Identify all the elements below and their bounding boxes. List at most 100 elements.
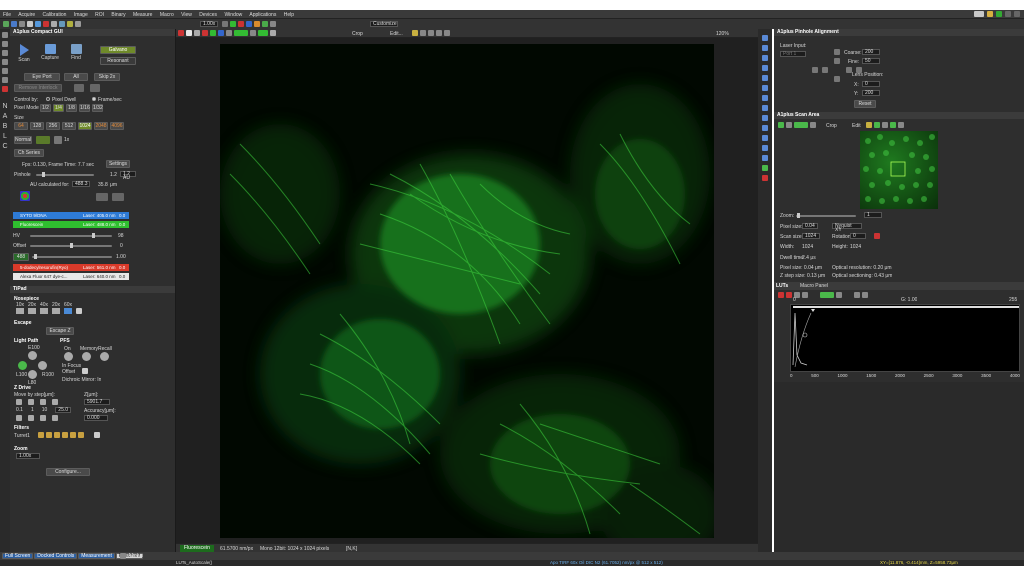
draw-tool-icon[interactable] (2, 86, 8, 92)
menu-view[interactable]: View (181, 12, 192, 18)
scan-zoom-field[interactable]: 1 (864, 212, 882, 218)
step-custom[interactable]: 25.0 (55, 407, 72, 413)
scan-area-icon[interactable] (898, 122, 904, 128)
save-icon[interactable] (11, 21, 17, 27)
pixel-mode-1-8[interactable]: 1/8 (66, 104, 77, 112)
crop-icon[interactable] (270, 30, 276, 36)
multichannel-icon[interactable] (20, 191, 30, 201)
nyquist-select[interactable]: Nyquist XY (832, 223, 862, 233)
side-tool-icon[interactable] (762, 125, 768, 131)
tool-a[interactable]: A (3, 113, 8, 120)
x-field[interactable]: 0 (862, 81, 880, 87)
size-512[interactable]: 512 (62, 122, 76, 130)
arrow-down-icon[interactable] (834, 76, 840, 82)
size-64[interactable]: 64 (14, 122, 28, 130)
menu-calibration[interactable]: Calibration (43, 12, 67, 18)
size-128[interactable]: 128 (30, 122, 44, 130)
side-tool-icon[interactable] (762, 45, 768, 51)
pfs-memory-button[interactable] (82, 352, 91, 361)
step-0-1[interactable]: 0.1 (16, 407, 23, 413)
scan-area-icon[interactable] (882, 122, 888, 128)
side-tool-icon[interactable] (762, 175, 768, 181)
roi-icon[interactable] (444, 30, 450, 36)
ruler-icon[interactable] (51, 21, 57, 27)
roi-icon[interactable] (412, 30, 418, 36)
tool-l[interactable]: L (3, 133, 7, 140)
hand-icon[interactable] (2, 41, 8, 47)
side-tool-icon[interactable] (762, 155, 768, 161)
channel-icon[interactable] (202, 30, 208, 36)
live-icon[interactable] (35, 21, 41, 27)
pfs-recall-button[interactable] (100, 352, 109, 361)
find-button[interactable]: Find (66, 43, 86, 65)
scan-area-icon[interactable] (874, 122, 880, 128)
workspace-select[interactable]: Customize (370, 21, 398, 27)
configure-button[interactable]: Configure... (46, 468, 90, 476)
pixel-mode-1-4[interactable]: 1/4 (53, 104, 64, 112)
scan-area-icon[interactable] (778, 122, 784, 128)
rotation-field[interactable]: 0 (850, 233, 866, 239)
close-icon[interactable] (1014, 11, 1020, 17)
offset-slider[interactable] (30, 243, 112, 248)
au-calc-field[interactable]: 488.3 (72, 181, 90, 187)
arrow-left-icon[interactable] (812, 67, 818, 73)
a1plus-tab[interactable]: A1plus (128, 553, 143, 559)
pointer-icon[interactable] (2, 32, 8, 38)
filter-icon[interactable] (70, 432, 76, 438)
filter-icon[interactable] (46, 432, 52, 438)
side-tool-icon[interactable] (762, 105, 768, 111)
lut-tool-icon[interactable] (820, 292, 834, 298)
lut-tool-icon[interactable] (854, 292, 860, 298)
channel-row-syto[interactable]: SYTO 9/DNA Laser: 405.0 nm 0.0 (13, 212, 129, 219)
tab-full-screen[interactable]: Full Screen (2, 553, 34, 559)
tab-macro-panel[interactable]: Macro Panel (800, 283, 828, 289)
tab-luts[interactable]: LUTs (776, 283, 788, 289)
print-icon[interactable] (19, 21, 25, 27)
channel-blue-icon[interactable] (246, 21, 252, 27)
rotation-reset-icon[interactable] (874, 233, 880, 239)
side-tool-icon[interactable] (762, 145, 768, 151)
image-tab-fluorescein[interactable]: Fluorescein (180, 545, 214, 552)
scan-area-preview[interactable] (860, 131, 938, 209)
zoom-select[interactable]: 1.00x (200, 21, 218, 27)
pixel-mode-1-16[interactable]: 1/16 (79, 104, 90, 112)
coarse-field[interactable]: 200 (862, 49, 880, 55)
objective-60x[interactable]: 60x (64, 302, 72, 314)
pixel-dwell-radio[interactable] (46, 97, 50, 101)
pixel-mode-1-2[interactable]: 1/2 (40, 104, 51, 112)
scan-zoom-knob[interactable] (797, 213, 800, 218)
side-tool-icon[interactable] (762, 65, 768, 71)
side-tool-icon[interactable] (762, 165, 768, 171)
open-icon[interactable] (3, 21, 9, 27)
tool-n[interactable]: N (2, 103, 7, 110)
settings-icon[interactable] (270, 21, 276, 27)
zoom-percent[interactable]: 120% (716, 31, 729, 37)
scan-crop-label[interactable]: Crop (826, 123, 837, 129)
roi-icon[interactable] (420, 30, 426, 36)
lp-button-l100[interactable] (18, 361, 27, 370)
hv-knob[interactable] (92, 233, 95, 238)
tool-b[interactable]: B (3, 123, 8, 130)
filter-icon[interactable] (38, 432, 44, 438)
size-256[interactable]: 256 (46, 122, 60, 130)
grid-icon[interactable] (59, 21, 65, 27)
offset-knob[interactable] (70, 243, 73, 248)
menu-measure[interactable]: Measure (133, 12, 152, 18)
lp-button-r100[interactable] (38, 361, 47, 370)
lut-tool-icon[interactable] (862, 292, 868, 298)
line-tool-icon[interactable] (2, 68, 8, 74)
step-up-icon[interactable] (16, 399, 22, 405)
laser-slider[interactable] (32, 254, 112, 259)
lut-tool-icon[interactable] (836, 292, 842, 298)
accuracy-field[interactable]: 0.000 (84, 415, 108, 421)
objective-10x[interactable]: 10x (16, 302, 24, 314)
step-up-icon[interactable] (52, 399, 58, 405)
zoom-field[interactable]: 1.00x (16, 453, 40, 459)
lut-icon[interactable] (258, 30, 268, 36)
laser-knob[interactable] (34, 254, 37, 259)
side-tool-icon[interactable] (762, 85, 768, 91)
tab-measurement[interactable]: Measurement (78, 553, 115, 559)
detector-icon-1[interactable] (96, 193, 108, 201)
galvano-button[interactable]: Galvano (100, 46, 136, 54)
all-select[interactable]: All (64, 73, 88, 81)
